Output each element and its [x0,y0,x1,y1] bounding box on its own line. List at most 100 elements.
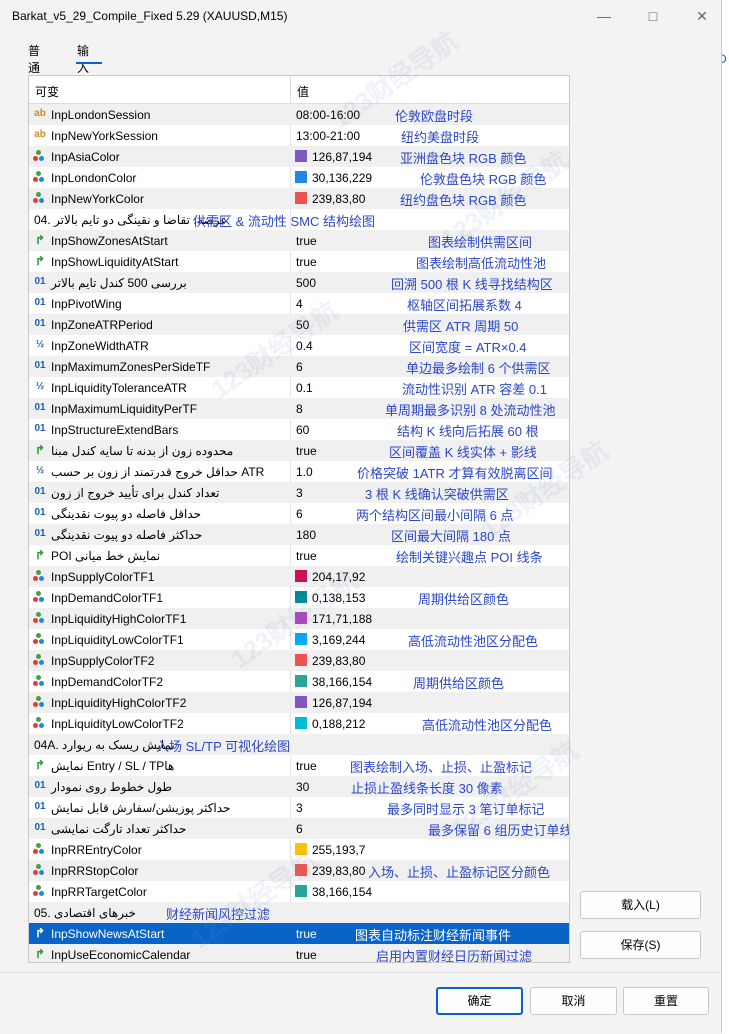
row-value[interactable]: 60 [296,423,309,437]
row-value[interactable]: 38,166,154 [312,885,372,899]
table-row[interactable]: ↱ InpShowZonesAtStart true 图表绘制供需区间 [29,230,569,251]
table-row[interactable]: 01 InpStructureExtendBars 60 结构 K 线向后拓展 60 … [29,419,569,440]
save-button[interactable]: 保存(S) [580,931,701,959]
table-row[interactable]: ½ حداقل خروج قدرتمند از زون بر حسب ATR 1.0… [29,461,569,482]
row-value[interactable]: 0,188,212 [312,717,365,731]
row-value[interactable]: true [296,549,317,563]
table-row[interactable]: InpLiquidityLowColorTF2 0,188,212 高低流动性池区分… [29,713,569,734]
table-row[interactable]: InpNewYorkColor 239,83,80 纽约盘色块 RGB 颜色 [29,188,569,209]
table-row[interactable]: 01 حداقل فاصله دو پیوت نقدینگی 6 两个结构区间最小间隔… [29,503,569,524]
table-row[interactable]: 01 طول خطوط روی نمودار 30 止损止盈线条长度 30 像素 [29,776,569,797]
table-row[interactable]: InpLiquidityHighColorTF2 126,87,194 [29,692,569,713]
row-value[interactable]: 0.1 [296,381,313,395]
row-value[interactable]: 204,17,92 [312,570,365,584]
table-row[interactable]: InpRRStopColor 239,83,80 入场、止损、止盈标记区分颜色 [29,860,569,881]
row-value[interactable]: 8 [296,402,303,416]
row-value[interactable]: 38,166,154 [312,675,372,689]
row-value[interactable]: 239,83,80 [312,192,365,206]
row-value[interactable]: true [296,255,317,269]
tab-common[interactable]: 普通 [28,42,40,76]
row-value[interactable]: 6 [296,507,303,521]
table-row[interactable]: ab InpLondonSession 08:00-16:00 伦敦欧盘时段 [29,104,569,125]
table-row[interactable]: InpLiquidityLowColorTF1 3,169,244 高低流动性池区分… [29,629,569,650]
color-swatch[interactable] [295,864,307,876]
table-row[interactable]: ab InpNewYorkSession 13:00-21:00 纽约美盘时段 [29,125,569,146]
column-header-value[interactable]: 值 [297,83,309,100]
color-swatch[interactable] [295,717,307,729]
section-row[interactable]: 05. خبرهای اقتصادی 财经新闻风控过滤 [29,902,569,923]
table-row[interactable]: 01 بررسی 500 کندل تایم بالاتر 500 回溯 500 根 … [29,272,569,293]
table-row[interactable]: ↱ POI نمایش خط میانی true 绘制关键兴趣点 POI 线条 [29,545,569,566]
table-row[interactable]: ↱ نمایش Entry / SL / TPها true 图表绘制入场、止损、止盈… [29,755,569,776]
row-value[interactable]: true [296,759,317,773]
table-row[interactable]: InpSupplyColorTF2 239,83,80 [29,650,569,671]
load-button[interactable]: 载入(L) [580,891,701,919]
row-value[interactable]: 4 [296,297,303,311]
row-value[interactable]: 08:00-16:00 [296,108,360,122]
row-value[interactable]: 1.0 [296,465,313,479]
reset-button[interactable]: 重置 [623,987,709,1015]
row-value[interactable]: 13:00-21:00 [296,129,360,143]
color-swatch[interactable] [295,675,307,687]
row-value[interactable]: 3,169,244 [312,633,365,647]
row-value[interactable]: true [296,234,317,248]
cancel-button[interactable]: 取消 [530,987,617,1015]
section-row[interactable]: 04A. نمایش ریسک به ریوارد 入场 SL/TP 可视化绘图 [29,734,569,755]
table-row[interactable]: InpLiquidityHighColorTF1 171,71,188 [29,608,569,629]
column-header-variable[interactable]: 可变 [35,83,59,100]
color-swatch[interactable] [295,885,307,897]
table-row[interactable]: InpLondonColor 30,136,229 伦敦盘色块 RGB 颜色 [29,167,569,188]
color-swatch[interactable] [295,612,307,624]
row-value[interactable]: 500 [296,276,316,290]
table-row[interactable]: ↱ محدوده زون از بدنه تا سایه کندل مبنا tru… [29,440,569,461]
row-value[interactable]: true [296,948,317,962]
table-row[interactable]: InpSupplyColorTF1 204,17,92 [29,566,569,587]
row-value[interactable]: 126,87,194 [312,150,372,164]
maximize-icon[interactable]: □ [641,6,665,26]
table-row[interactable]: InpRRTargetColor 38,166,154 [29,881,569,902]
row-value[interactable]: 180 [296,528,316,542]
minimize-icon[interactable]: — [592,6,616,26]
table-row[interactable]: ½ InpZoneWidthATR 0.4 区间宽度 = ATR×0.4 [29,335,569,356]
table-row[interactable]: 01 حداکثر پوزیشن/سفارش قابل نمایش 3 最多同时显示 … [29,797,569,818]
color-swatch[interactable] [295,192,307,204]
row-value[interactable]: 239,83,80 [312,864,365,878]
table-row[interactable]: 01 تعداد کندل برای تأیید خروج از زون 3 3 根 … [29,482,569,503]
row-value[interactable]: 30,136,229 [312,171,372,185]
table-row[interactable]: InpDemandColorTF1 0,138,153 周期供给区颜色 [29,587,569,608]
row-value[interactable]: true [296,444,317,458]
table-row[interactable]: 01 حداکثر تعداد تارگت نمایشی 6 最多保留 6 组历史订单… [29,818,569,839]
table-row[interactable]: 01 InpZoneATRPeriod 50 供需区 ATR 周期 50 [29,314,569,335]
row-value[interactable]: true [296,927,317,941]
row-value[interactable]: 30 [296,780,309,794]
table-row[interactable]: 01 InpMaximumZonesPerSideTF 6 单边最多绘制 6 个供需区 [29,356,569,377]
row-value[interactable]: 50 [296,318,309,332]
table-row[interactable]: ↱ InpShowNewsAtStart true 图表自动标注财经新闻事件 [29,923,569,944]
column-divider[interactable] [290,76,291,103]
table-row[interactable]: 01 حداکثر فاصله دو پیوت نقدینگی 180 区间最大间隔 … [29,524,569,545]
row-value[interactable]: 126,87,194 [312,696,372,710]
row-value[interactable]: 171,71,188 [312,612,372,626]
row-value[interactable]: 6 [296,822,303,836]
row-value[interactable]: 3 [296,801,303,815]
table-row[interactable]: 01 InpMaximumLiquidityPerTF 8 单周期最多识别 8 处流动… [29,398,569,419]
color-swatch[interactable] [295,633,307,645]
table-row[interactable]: 01 InpPivotWing 4 枢轴区间拓展系数 4 [29,293,569,314]
color-swatch[interactable] [295,654,307,666]
row-value[interactable]: 0.4 [296,339,313,353]
inputs-table[interactable]: 可变 值 ab InpLondonSession 08:00-16:00 伦敦欧盘时段… [28,75,570,963]
color-swatch[interactable] [295,591,307,603]
color-swatch[interactable] [295,696,307,708]
close-icon[interactable]: ✕ [690,6,714,26]
ok-button[interactable]: 确定 [436,987,523,1015]
row-value[interactable]: 255,193,7 [312,843,365,857]
table-row[interactable]: ↱ InpShowLiquidityAtStart true 图表绘制高低流动性池 [29,251,569,272]
row-value[interactable]: 6 [296,360,303,374]
section-row[interactable]: 04. عرضه، تقاضا و نقینگی دو تایم بالاتر 供… [29,209,569,230]
tab-inputs[interactable]: 输入 [77,42,89,76]
row-value[interactable]: 239,83,80 [312,654,365,668]
color-swatch[interactable] [295,150,307,162]
row-value[interactable]: 0,138,153 [312,591,365,605]
color-swatch[interactable] [295,171,307,183]
color-swatch[interactable] [295,570,307,582]
